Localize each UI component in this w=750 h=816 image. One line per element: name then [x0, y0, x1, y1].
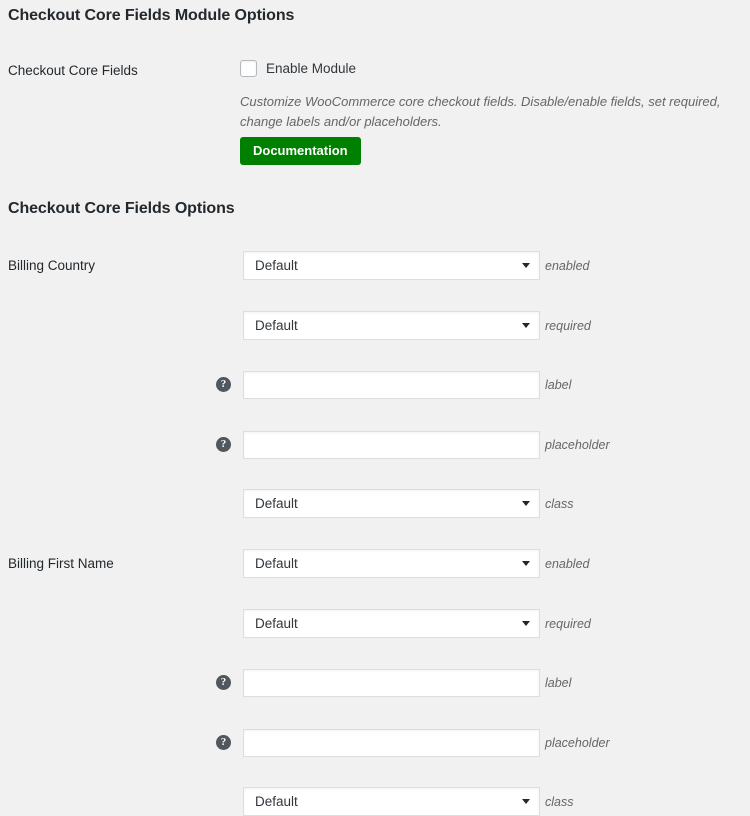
field-required-select[interactable]: Default — [243, 310, 540, 340]
module-description: Customize WooCommerce core checkout fiel… — [240, 94, 721, 129]
help-question-icon[interactable]: ? — [216, 734, 231, 750]
select-value: Default — [255, 794, 298, 809]
chevron-down-icon — [522, 322, 530, 328]
field-suffix-label: required — [545, 616, 591, 631]
settings-page: Checkout Core Fields Module Options Chec… — [0, 0, 750, 816]
enable-module-label: Enable Module — [266, 61, 357, 76]
field-suffix-label: required — [545, 318, 591, 333]
field-suffix-label: label — [545, 378, 572, 392]
field-class-select[interactable]: Default — [243, 787, 540, 816]
field-suffix-label: placeholder — [545, 735, 610, 750]
chevron-down-icon — [522, 799, 530, 804]
field-class-select[interactable]: Default — [243, 489, 540, 518]
select-value: Default — [255, 615, 298, 631]
select-value: Default — [255, 556, 298, 571]
field-group-label: Billing Country — [8, 258, 96, 273]
field-suffix-label: label — [545, 676, 572, 690]
select-value: Default — [255, 258, 298, 273]
section-title: Checkout Core Fields Options — [8, 200, 235, 217]
field-label-input[interactable] — [243, 669, 540, 697]
field-suffix-label: class — [545, 795, 574, 809]
enable-module-row: Enable Module — [240, 60, 356, 77]
page-title: Checkout Core Fields Module Options — [8, 7, 295, 24]
chevron-down-icon — [522, 263, 530, 268]
chevron-down-icon — [522, 561, 530, 566]
help-question-icon[interactable]: ? — [216, 377, 231, 392]
field-label-input[interactable] — [243, 371, 540, 399]
field-placeholder-input[interactable] — [243, 728, 540, 757]
chevron-down-icon — [522, 620, 530, 626]
select-value: Default — [255, 496, 298, 511]
field-suffix-label: placeholder — [545, 437, 610, 452]
field-group-label: Billing First Name — [8, 556, 114, 571]
field-placeholder-input[interactable] — [243, 430, 540, 459]
enable-module-checkbox[interactable] — [240, 60, 257, 77]
field-enabled-select[interactable]: Default — [243, 251, 540, 280]
chevron-down-icon — [522, 501, 530, 506]
documentation-button[interactable]: Documentation — [240, 137, 361, 165]
field-suffix-label: enabled — [545, 259, 590, 273]
field-required-select[interactable]: Default — [243, 608, 540, 638]
help-question-icon[interactable]: ? — [216, 675, 231, 690]
module-row-label: Checkout Core Fields — [8, 63, 138, 78]
select-value: Default — [255, 317, 298, 333]
field-suffix-label: enabled — [545, 557, 590, 571]
help-question-icon[interactable]: ? — [216, 436, 231, 452]
field-enabled-select[interactable]: Default — [243, 549, 540, 578]
field-suffix-label: class — [545, 497, 574, 511]
